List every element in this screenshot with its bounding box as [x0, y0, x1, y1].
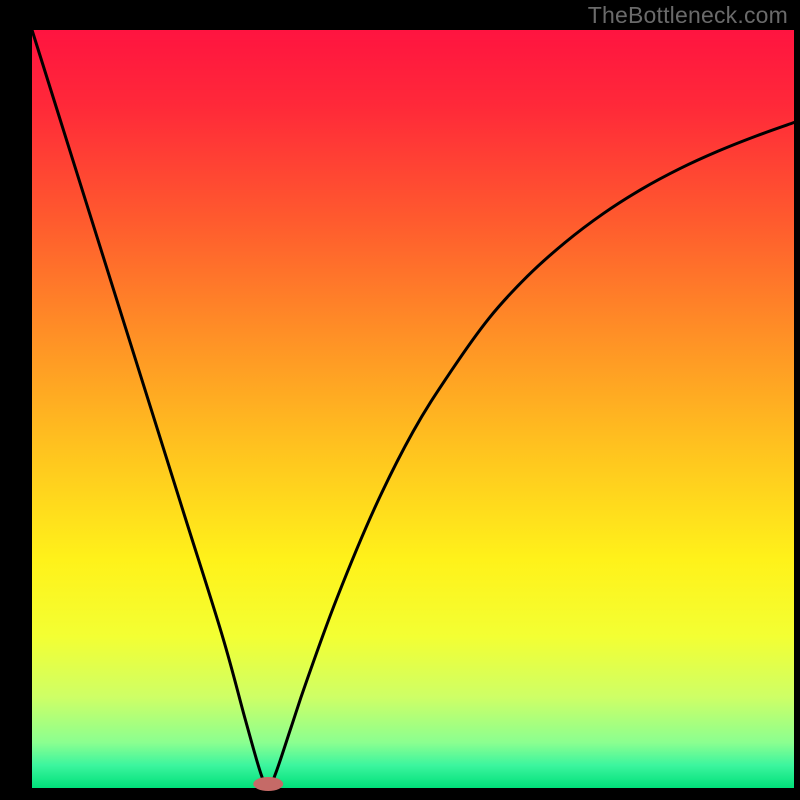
watermark-text: TheBottleneck.com	[588, 2, 788, 29]
optimal-point-marker	[253, 777, 283, 791]
chart-frame: TheBottleneck.com	[0, 0, 800, 800]
plot-background	[32, 30, 794, 788]
bottleneck-chart	[0, 0, 800, 800]
